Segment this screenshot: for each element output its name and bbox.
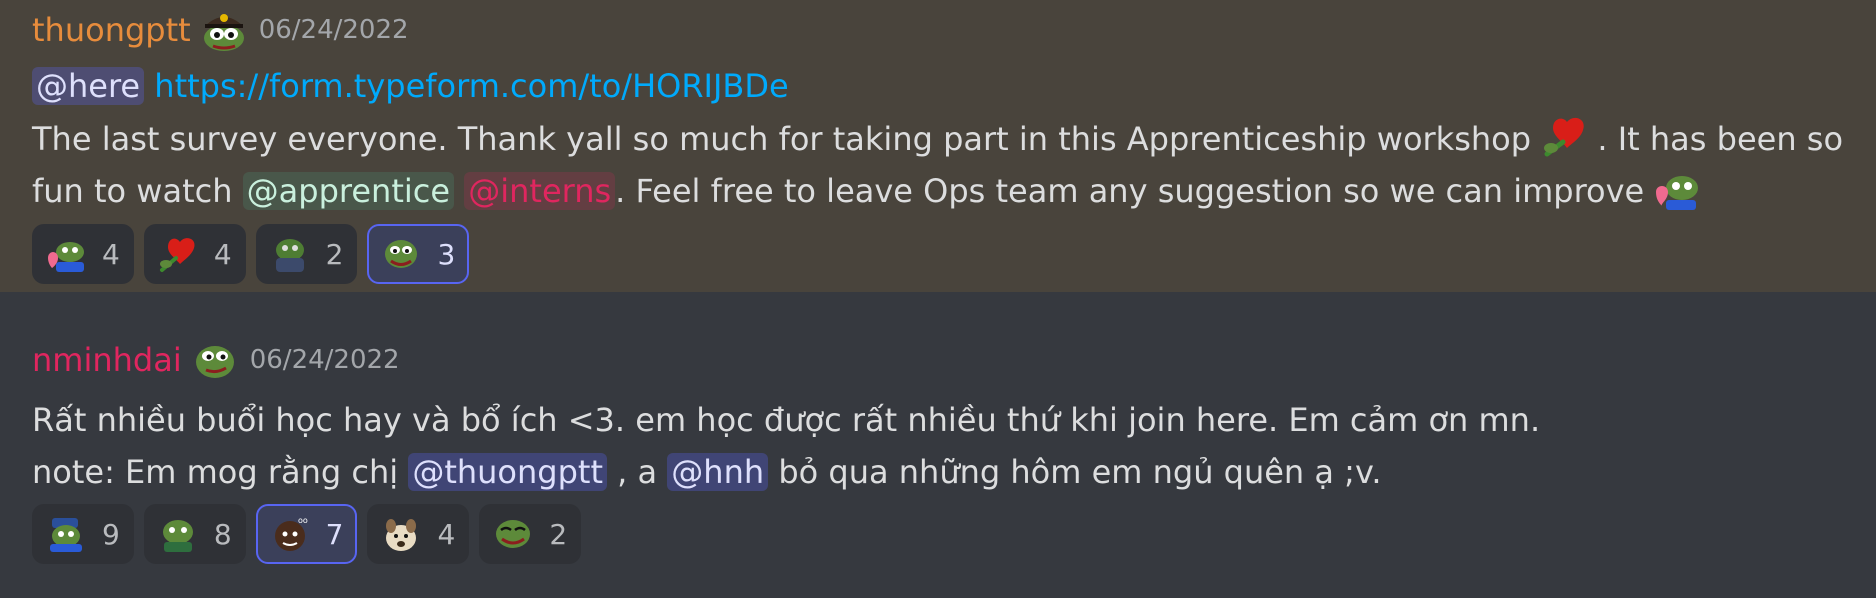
reaction-pepe-happy[interactable]: 3 (367, 224, 470, 284)
reaction-count: 4 (213, 237, 232, 271)
message-header: thuongptt 06/24/2022 (32, 8, 409, 52)
pepe-military-hat-icon[interactable] (201, 8, 247, 52)
reaction-pepe-smile[interactable]: 2 (479, 504, 582, 564)
reaction-count: 2 (325, 237, 344, 271)
timestamp: 06/24/2022 (249, 345, 400, 375)
message-header: nminhdai 06/24/2022 (32, 338, 400, 382)
reaction-dog-cheems[interactable]: 4 (367, 504, 470, 564)
username[interactable]: thuongptt (32, 11, 191, 49)
pepe-blanket-icon (275, 239, 304, 272)
reaction-count: 2 (549, 517, 568, 551)
pepe-salute-icon (50, 518, 82, 552)
svg-text:oo: oo (298, 516, 308, 525)
message-line: Rất nhiều buổi học hay và bổ ích <3. em … (32, 396, 1540, 444)
reaction-pepe-thinking[interactable]: 8 (143, 504, 246, 564)
message-line: The last survey everyone. Thank yall so … (32, 114, 1843, 163)
message-text: fun to watch (32, 172, 233, 210)
reactions-bar: 9 8 oo 7 4 2 (32, 504, 582, 564)
message-thuongptt: thuongptt 06/24/2022 @here https://form.… (0, 0, 1876, 292)
pepe-thinking-icon (162, 520, 193, 552)
message-text: note: Em mog rằng chị (32, 453, 399, 491)
pepe-happy-icon (385, 240, 418, 268)
message-text: The last survey everyone. Thank yall so … (32, 120, 1532, 158)
survey-link[interactable]: https://form.typeform.com/to/HORIJBDe (154, 67, 788, 105)
reaction-count: 3 (437, 237, 456, 271)
reaction-pepe-blanket[interactable]: 2 (255, 224, 358, 284)
pepe-hug-icon (1656, 176, 1699, 210)
mention-apprentice[interactable]: @apprentice (242, 172, 455, 210)
dog-cheems-icon (386, 519, 417, 551)
reaction-count: 4 (437, 517, 456, 551)
reaction-count: 7 (325, 517, 344, 551)
message-text: . Feel free to leave Ops team any sugges… (615, 172, 1645, 210)
reaction-count: 9 (102, 517, 120, 551)
meme-face-icon: oo (274, 516, 308, 551)
mention-hnh[interactable]: @hnh (667, 453, 769, 491)
reaction-count: 4 (102, 237, 120, 271)
reaction-count: 8 (213, 517, 232, 551)
message-nminhdai: nminhdai 06/24/2022 Rất nhiều buổi học h… (0, 292, 1876, 598)
message-line: fun to watch @apprentice @interns. Feel … (32, 166, 1700, 215)
reaction-pepe-hug[interactable]: 4 (32, 224, 134, 284)
username[interactable]: nminhdai (32, 341, 182, 379)
reaction-pepe-salute[interactable]: 9 (32, 504, 134, 564)
message-line: @here https://form.typeform.com/to/HORIJ… (32, 62, 789, 110)
message-text: Rất nhiều buổi học hay và bổ ích <3. em … (32, 401, 1541, 439)
reactions-bar: 4 4 2 3 (32, 224, 470, 284)
pepe-hug-icon (48, 242, 84, 272)
message-text: bỏ qua những hôm em ngủ quên ạ ;v. (778, 453, 1382, 491)
message-text: , a (617, 453, 658, 491)
mention-interns[interactable]: @interns (464, 172, 616, 210)
message-line: note: Em mog rằng chị @thuongptt , a @hn… (32, 448, 1382, 496)
reaction-meme-face[interactable]: oo 7 (255, 504, 358, 564)
message-text: . It has been so (1597, 120, 1844, 158)
reaction-pepe-heart-rose[interactable]: 4 (143, 224, 246, 284)
timestamp: 06/24/2022 (258, 15, 409, 45)
pepe-heart-rose-icon (1544, 117, 1584, 157)
pepe-smirk-icon[interactable] (192, 338, 238, 382)
pepe-heart-rose-icon (159, 238, 195, 272)
pepe-smile-icon (496, 520, 531, 548)
mention-thuongptt[interactable]: @thuongptt (408, 453, 607, 491)
mention-here[interactable]: @here (32, 67, 145, 105)
